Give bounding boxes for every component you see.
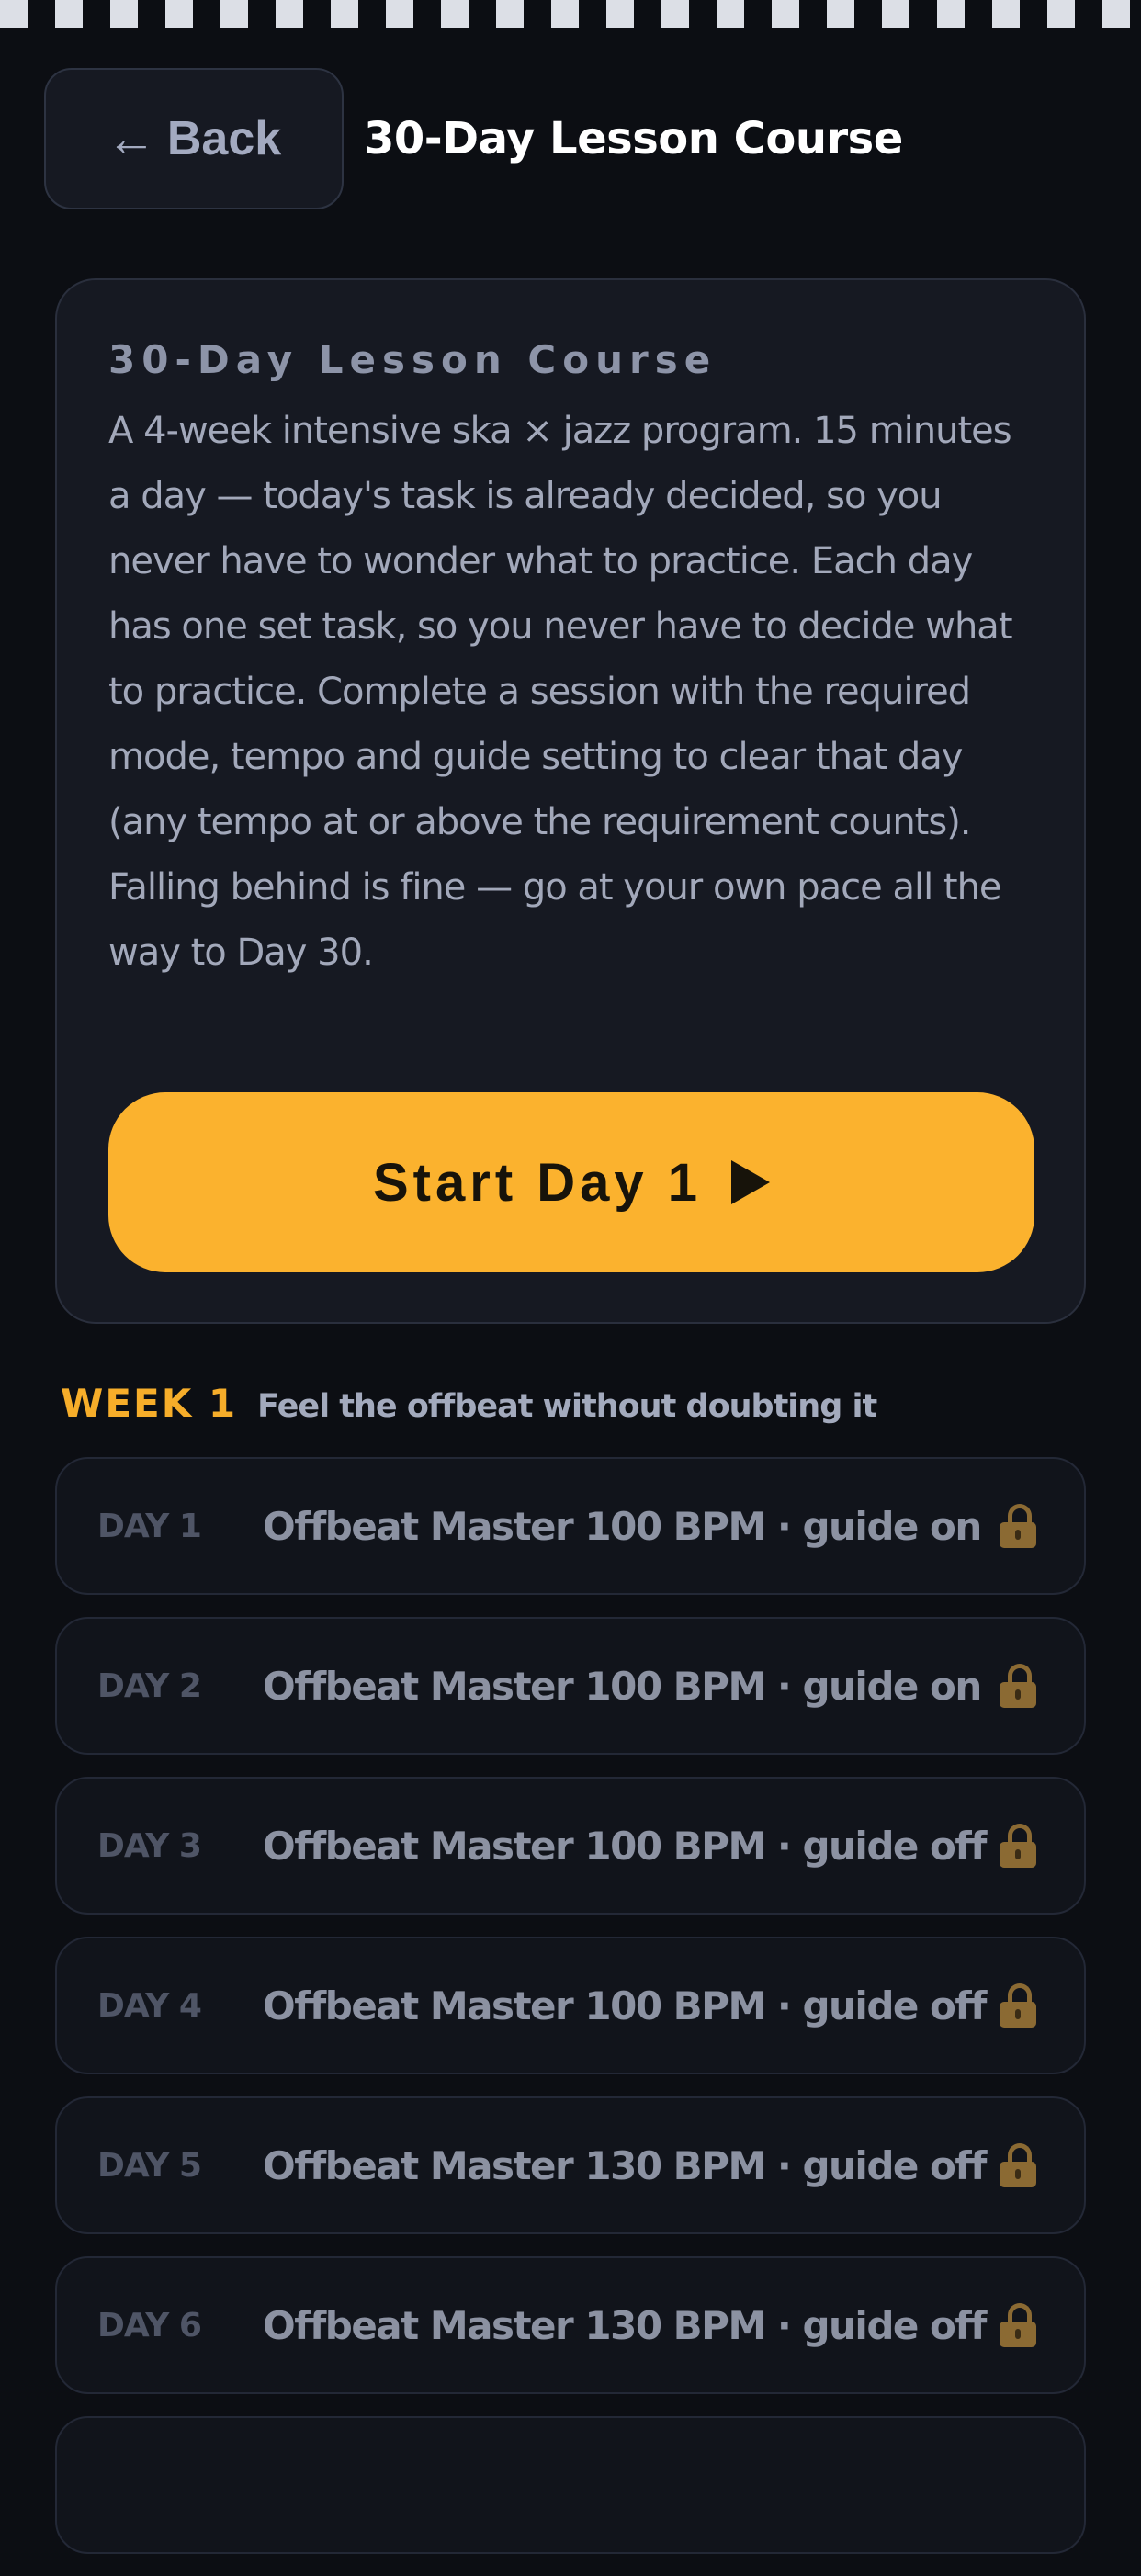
week-header: WEEK 1 Feel the offbeat without doubting…	[61, 1381, 877, 1426]
lock-icon	[1000, 2303, 1036, 2347]
week-subtitle: Feel the offbeat without doubting it	[257, 1388, 877, 1425]
day-number: DAY 6	[97, 2306, 202, 2344]
day-row[interactable]: DAY 2 Offbeat Master 100 BPM · guide on	[55, 1617, 1086, 1755]
day-number: DAY 3	[97, 1826, 202, 1865]
day-task: Offbeat Master 130 BPM · guide off	[263, 2142, 987, 2188]
week-label: WEEK 1	[61, 1381, 238, 1426]
course-intro-card: 30-Day Lesson Course A 4-week intensive …	[55, 278, 1086, 1324]
day-list: DAY 1 Offbeat Master 100 BPM · guide on …	[55, 1457, 1086, 2576]
page-title: 30-Day Lesson Course	[364, 113, 903, 164]
day-row[interactable]: DAY 1 Offbeat Master 100 BPM · guide on	[55, 1457, 1086, 1595]
back-button-label: Back	[166, 112, 282, 165]
back-button[interactable]: ← Back	[44, 68, 344, 209]
day-number: DAY 1	[97, 1507, 202, 1545]
day-task: Offbeat Master 100 BPM · guide off	[263, 1823, 987, 1869]
play-icon	[731, 1160, 771, 1204]
day-row[interactable]: DAY 3 Offbeat Master 100 BPM · guide off	[55, 1777, 1086, 1915]
checkered-header-strip	[0, 0, 1141, 28]
day-task: Offbeat Master 100 BPM · guide on	[263, 1503, 982, 1549]
lock-icon	[1000, 2143, 1036, 2187]
day-number: DAY 5	[97, 2146, 202, 2185]
day-task: Offbeat Master 100 BPM · guide on	[263, 1663, 982, 1709]
lock-icon	[1000, 1824, 1036, 1868]
top-bar: ← Back 30-Day Lesson Course	[44, 66, 1097, 211]
course-description: A 4-week intensive ska × jazz program. 1…	[108, 410, 1013, 974]
day-row[interactable]	[55, 2416, 1086, 2554]
lock-icon	[1000, 1664, 1036, 1708]
lock-icon	[1000, 1504, 1036, 1548]
day-row[interactable]: DAY 5 Offbeat Master 130 BPM · guide off	[55, 2096, 1086, 2234]
day-row[interactable]: DAY 4 Offbeat Master 100 BPM · guide off	[55, 1937, 1086, 2074]
day-task: Offbeat Master 100 BPM · guide off	[263, 1983, 987, 2028]
day-number: DAY 4	[97, 1986, 202, 2025]
day-row[interactable]: DAY 6 Offbeat Master 130 BPM · guide off	[55, 2256, 1086, 2394]
start-day-label: Start Day 1	[372, 1152, 703, 1213]
left-arrow-icon: ←	[106, 111, 156, 166]
card-heading: 30-Day Lesson Course	[108, 337, 717, 382]
start-day-button[interactable]: Start Day 1	[108, 1092, 1034, 1272]
lock-icon	[1000, 1983, 1036, 2028]
day-number: DAY 2	[97, 1666, 202, 1705]
day-task: Offbeat Master 130 BPM · guide off	[263, 2302, 987, 2348]
